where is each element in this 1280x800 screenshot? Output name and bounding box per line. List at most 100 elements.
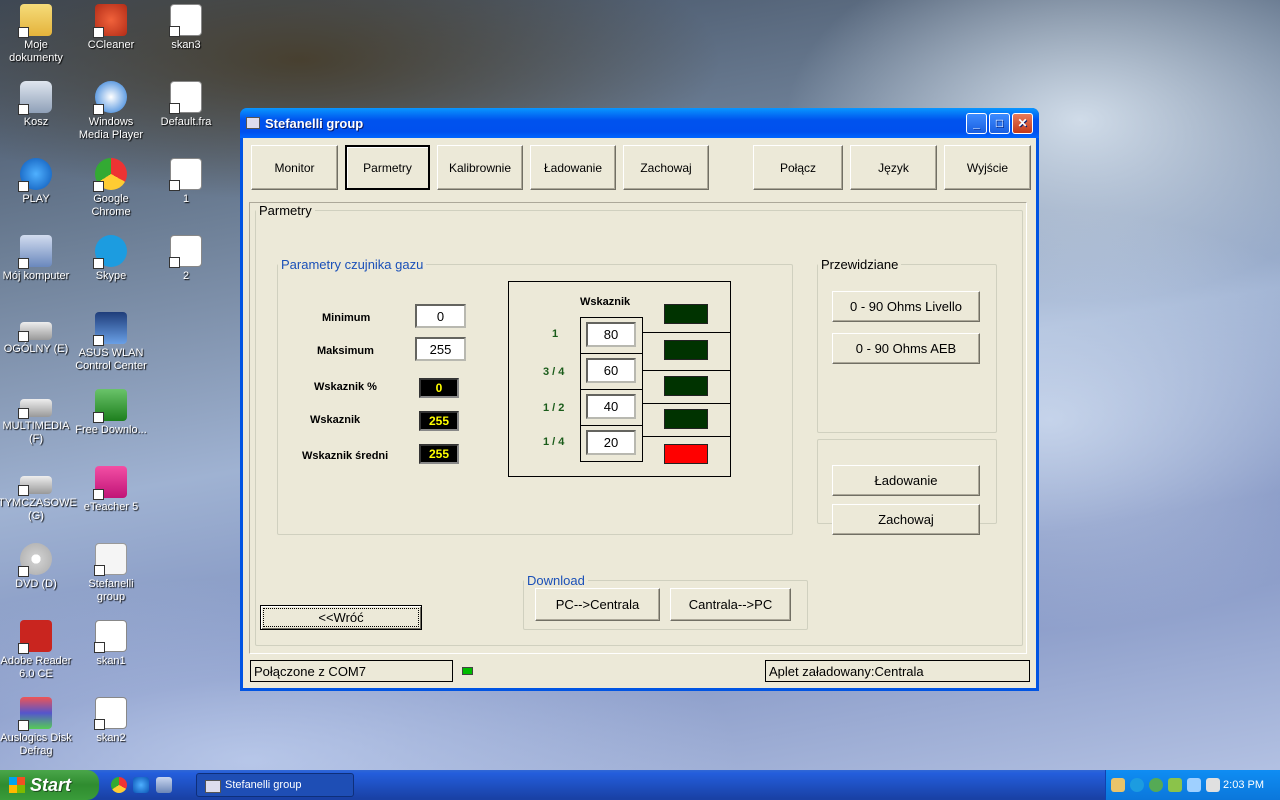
title-bar[interactable]: Stefanelli group _ □ ✕ [240,108,1039,138]
zachowaj-button[interactable]: Zachowaj [832,504,980,535]
window-client-area: Monitor Parmetry Kalibrownie Ładowanie Z… [243,138,1036,688]
desktop-quicklaunch-icon[interactable] [156,777,172,793]
back-button[interactable]: <<Wróć [260,605,422,630]
desktop-icon-asus-wlan[interactable]: ASUS WLAN Control Center [73,312,149,373]
start-button[interactable]: Start [0,770,99,800]
desktop-icon-stefanelli-group[interactable]: Stefanelli group [73,543,149,604]
desktop-icon-moje-dokumenty[interactable]: Moje dokumenty [0,4,74,65]
level-value-input[interactable]: 60 [586,358,636,383]
desktop-icon-label: CCleaner [87,39,135,51]
maximize-button[interactable]: □ [989,112,1010,134]
desktop-icon-2[interactable]: 2 [148,235,224,283]
chrome-icon [93,158,127,192]
kalibrownie-button[interactable]: Kalibrownie [437,145,523,190]
desktop-icon-free-download[interactable]: Free Downlo... [73,389,149,437]
parametry-group-title: Parmetry [259,203,312,218]
defrag-icon [18,697,52,731]
polacz-button[interactable]: Połącz [753,145,843,190]
desktop-icon-ogolny-e[interactable]: OGÓLNY (E) [0,312,74,356]
desktop-icon-label: PLAY [22,193,50,205]
archive-icon [169,235,202,268]
maksimum-input[interactable]: 255 [415,337,466,361]
desktop-icon-moj-komputer[interactable]: Mój komputer [0,235,74,283]
gauge-divider [580,425,643,426]
desktop-icon-label: Free Downlo... [75,424,147,436]
desktop-icon-label: Mój komputer [2,270,70,282]
level-led [664,409,708,429]
livello-preset-button[interactable]: 0 - 90 Ohms Livello [832,291,980,322]
chrome-quicklaunch-icon[interactable] [111,777,127,793]
monitor-button[interactable]: Monitor [251,145,338,190]
central-to-pc-button[interactable]: Cantrala-->PC [670,588,791,621]
pc-to-central-button[interactable]: PC-->Centrala [535,588,660,621]
desktop-icon-skype[interactable]: Skype [73,235,149,283]
app-window-icon [246,117,260,129]
desktop-icon-adobe-reader[interactable]: Adobe Reader 6.0 CE [0,620,74,681]
gauge-title: Wskaznik [580,296,631,308]
ladowanie-button[interactable]: Ładowanie [832,465,980,496]
level-value-input[interactable]: 80 [586,322,636,347]
image-file-icon [169,4,202,37]
desktop-icon-label: 1 [182,193,190,205]
level-value-input[interactable]: 20 [586,430,636,455]
level-led [664,340,708,360]
gauge-divider [643,403,731,404]
desktop-icon-dvd-d[interactable]: DVD (D) [0,543,74,591]
level-fraction-label: 1 [552,328,559,340]
desktop-icon-label: Auslogics Disk Defrag [0,732,72,757]
desktop-icon-ccleaner[interactable]: CCleaner [73,4,149,52]
window-title: Stefanelli group [265,115,364,131]
aeb-preset-button[interactable]: 0 - 90 Ohms AEB [832,333,980,364]
desktop-icon-label: 2 [182,270,190,282]
desktop-icon-eteacher[interactable]: eTeacher 5 [73,466,149,514]
desktop-icon-windows-media-player[interactable]: Windows Media Player [73,81,149,142]
desktop-icon-kosz[interactable]: Kosz [0,81,74,129]
minimum-input[interactable]: 0 [415,304,466,328]
desktop-icon-google-chrome[interactable]: Google Chrome [73,158,149,219]
download-title: Download [527,573,585,588]
desktop-icon-auslogics[interactable]: Auslogics Disk Defrag [0,697,74,758]
image-file-icon [94,697,127,730]
recycle-bin-icon [18,81,52,115]
tray-network-icon[interactable] [1130,778,1144,792]
tray-wlan-icon[interactable] [1187,778,1201,792]
tray-volume-icon[interactable] [1206,778,1220,792]
level-value-input[interactable]: 40 [586,394,636,419]
file-icon [169,81,202,114]
minimize-button[interactable]: _ [966,112,987,134]
gauge-divider [643,332,731,333]
main-panel: Parmetry Parametry czujnika gazu Minimum… [249,202,1027,654]
desktop-icon-skan1[interactable]: skan1 [73,620,149,668]
desktop-icon-1[interactable]: 1 [148,158,224,206]
wskaznik-percent-display: 0 [419,378,459,398]
desktop-icon-label: Google Chrome [91,193,131,218]
ladowanie-toolbar-button[interactable]: Ładowanie [530,145,616,190]
desktop-icon-tymczasowe-g[interactable]: TYMCZASOWE (G) [0,466,77,523]
desktop-icon-play[interactable]: PLAY [0,158,74,206]
level-fraction-label: 1 / 4 [543,436,565,448]
taskbar: Start Stefanelli group 2:03 PM [0,770,1280,800]
taskbar-item-stefanelli[interactable]: Stefanelli group [196,773,354,797]
ie-quicklaunch-icon[interactable] [133,777,149,793]
tray-download-icon[interactable] [1168,778,1182,792]
desktop-icon-skan2[interactable]: skan2 [73,697,149,745]
zachowaj-toolbar-button[interactable]: Zachowaj [623,145,709,190]
desktop-icon-label: skan2 [96,732,126,744]
gauge-divider [580,353,643,354]
desktop-icon-default-fra[interactable]: Default.fra [148,81,224,129]
desktop-icon-label: Skype [95,270,127,282]
desktop-icon-label: ASUS WLAN Control Center [75,347,147,372]
play-icon [18,158,52,192]
desktop-icon-skan3[interactable]: skan3 [148,4,224,52]
desktop-icon-multimedia-f[interactable]: MULTIMEDIA (F) [0,389,74,446]
tray-app-icon[interactable] [1111,778,1125,792]
desktop-icon-label: Adobe Reader 6.0 CE [0,655,72,680]
wskaznik-display: 255 [419,411,459,431]
close-button[interactable]: ✕ [1012,112,1033,134]
jezyk-button[interactable]: Język [850,145,937,190]
wyjscie-button[interactable]: Wyjście [944,145,1031,190]
application-icon [94,543,127,576]
desktop-icon-label: Stefanelli group [88,578,134,603]
tray-security-icon[interactable] [1149,778,1163,792]
parametry-button[interactable]: Parmetry [345,145,430,190]
